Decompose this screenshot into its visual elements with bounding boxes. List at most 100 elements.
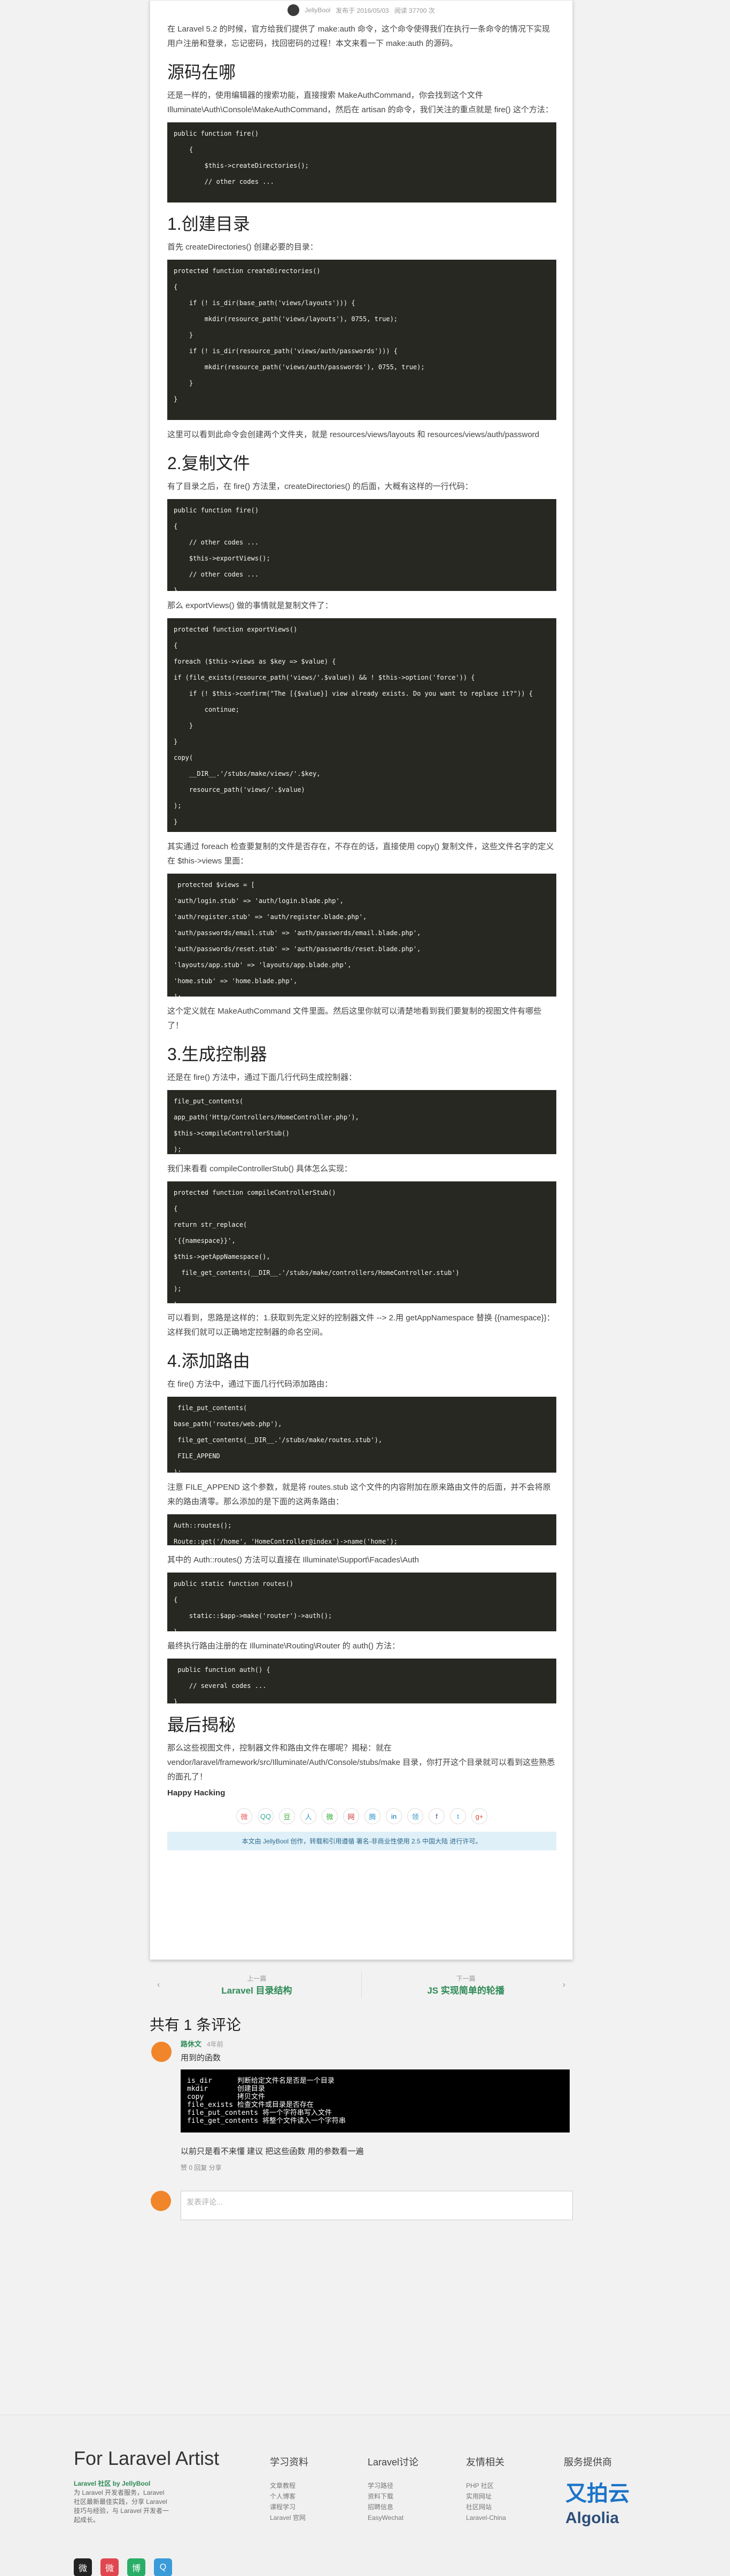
share-netease-icon[interactable]: 网	[343, 1808, 359, 1824]
footer-col-title: 友情相关	[466, 2457, 504, 2468]
share-facebook-icon[interactable]: f	[429, 1808, 445, 1824]
section-title: 1.创建目录	[167, 214, 250, 234]
footer-link[interactable]: 个人博客	[270, 2491, 308, 2502]
site-footer: For Laravel Artist Laravel 社区 by JellyBo…	[0, 2415, 730, 2576]
comment-input[interactable]: 发表评论...	[181, 2191, 573, 2220]
share-linkedin-icon[interactable]: in	[386, 1808, 402, 1824]
footer-col-learning: 学习资料 文章教程 个人博客 课程学习 Laravel 官网	[270, 2455, 308, 2523]
comment-item: 路休文 4年前 用到的函数 is_dir 判断给定文件名是否是一个目录 mkdir…	[151, 2038, 574, 2172]
section-paragraph: 那么 exportViews() 做的事情就是复制文件了：	[167, 601, 333, 610]
commenter-avatar[interactable]	[151, 2042, 172, 2062]
footer-desc-author[interactable]: Laravel 社区 by JellyBool	[74, 2480, 150, 2487]
footer-desc-text: 为 Laravel 开发者服务，Laravel 社区最新最佳实践，分享 Lara…	[74, 2489, 169, 2524]
code-block: protected function compileControllerStub…	[167, 1181, 556, 1303]
code-block: Auth::routes(); Route::get('/home', 'Hom…	[167, 1514, 556, 1545]
footer-desc: Laravel 社区 by JellyBool 为 Laravel 开发者服务，L…	[74, 2479, 170, 2525]
footer-link[interactable]: 文章教程	[270, 2480, 308, 2491]
footer-link[interactable]: Laravel-China	[466, 2512, 506, 2523]
footer-col-title: Laravel讨论	[368, 2457, 419, 2468]
prev-label: 上一篇	[247, 1975, 267, 1982]
code-block: file_put_contents( base_path('routes/web…	[167, 1397, 556, 1473]
share-qq-icon[interactable]: QQ	[258, 1808, 274, 1824]
code-block: public static function routes() { static…	[167, 1573, 556, 1631]
comment-code: is_dir 判断给定文件名是否是一个目录 mkdir 创建目录 copy 拷贝…	[181, 2069, 570, 2133]
article-card: JellyBool 发布于 2016/05/03 阅读 37700 次 在 La…	[150, 0, 573, 1960]
share-lingying-icon[interactable]: 领	[407, 1808, 423, 1824]
section-paragraph: 其中的 Auth::routes() 方法可以直接在 Illuminate\Su…	[167, 1555, 419, 1565]
comment-text: 以前只是看不来懂 建议 把这些函数 用的参数看一遍	[181, 2147, 364, 2156]
share-googleplus-icon[interactable]: g+	[471, 1808, 487, 1824]
post-pager: ‹ 上一篇 Laravel 目录结构 下一篇 JS 实现简单的轮播 ›	[150, 1966, 573, 2004]
section-paragraph: 最终执行路由注册的在 Illuminate\Routing\Router 的 a…	[167, 1641, 400, 1651]
section-title: 最后揭秘	[167, 1715, 236, 1734]
code-block: protected function createDirectories() {…	[167, 260, 556, 420]
footer-link[interactable]: EasyWechat	[368, 2512, 418, 2523]
share-weibo-icon[interactable]: 微	[322, 1808, 338, 1824]
social-links: 微 微 博 Q	[74, 2558, 172, 2576]
article-meta: JellyBool 发布于 2016/05/03 阅读 37700 次	[150, 1, 572, 20]
code-block: public function fire() { // other codes …	[167, 499, 556, 591]
footer-col-title: 服务提供商	[564, 2457, 612, 2468]
comment-editor: 发表评论...	[150, 2180, 573, 2220]
section-title: 2.复制文件	[167, 454, 250, 473]
happy-hacking: Happy Hacking	[167, 1788, 226, 1797]
chevron-right-icon: ›	[562, 1980, 565, 1989]
upyun-logo[interactable]: 又拍云	[565, 2476, 630, 2507]
comment-time: 4年前	[207, 2041, 223, 2048]
footer-col-friends: 友情相关 PHP 社区 实用网址 社区网站 Laravel-China	[466, 2455, 506, 2523]
github-icon[interactable]: 微	[74, 2558, 92, 2576]
code-block: protected $views = [ 'auth/login.stub' =…	[167, 874, 556, 997]
footer-col-title: 学习资料	[270, 2457, 308, 2468]
view-count: 阅读 37700 次	[394, 6, 435, 14]
author-avatar[interactable]	[288, 4, 300, 16]
share-tencent-icon[interactable]: 腾	[364, 1808, 380, 1824]
qq-icon[interactable]: Q	[154, 2558, 172, 2576]
section-paragraph: 这里可以看到此命令会创建两个文件夹，就是 resources/views/lay…	[167, 430, 539, 439]
footer-link[interactable]: 学习路径	[368, 2480, 418, 2491]
next-label: 下一篇	[456, 1975, 476, 1982]
section-paragraph: 有了目录之后，在 fire() 方法里，createDirectories() …	[167, 482, 473, 491]
share-bar: 微 QQ 豆 人 微 网 腾 in 领 f t g+	[167, 1808, 556, 1824]
section-paragraph: 其实通过 foreach 检查要复制的文件是否存在，不存在的话，直接使用 cop…	[167, 842, 554, 866]
code-block: file_put_contents( app_path('Http/Contro…	[167, 1090, 556, 1154]
footer-link[interactable]: 课程学习	[270, 2502, 308, 2512]
wechat-icon[interactable]: 博	[127, 2558, 145, 2576]
footer-link[interactable]: 社区网站	[466, 2502, 506, 2512]
weibo-icon[interactable]: 微	[100, 2558, 119, 2576]
comment-actions[interactable]: 赞 0 回复 分享	[181, 2163, 574, 2172]
footer-col-providers: 服务提供商	[564, 2455, 612, 2469]
share-douban-icon[interactable]: 豆	[279, 1808, 295, 1824]
footer-link[interactable]: PHP 社区	[466, 2480, 506, 2491]
footer-link[interactable]: 实用网址	[466, 2491, 506, 2502]
section-paragraph: 那么这些视图文件，控制器文件和路由文件在哪呢？揭秘：就在 vendor/lara…	[167, 1744, 555, 1781]
share-renren-icon[interactable]: 人	[300, 1808, 316, 1824]
article-body: 在 Laravel 5.2 的时候，官方给我们提供了 make:auth 命令，…	[150, 22, 572, 1850]
section-paragraph: 首先 createDirectories() 创建必要的目录：	[167, 243, 318, 252]
section-title: 3.生成控制器	[167, 1045, 267, 1064]
next-post-link[interactable]: 下一篇 JS 实现简单的轮播 ›	[362, 1966, 573, 2004]
section-title: 4.添加路由	[167, 1351, 250, 1371]
prev-title[interactable]: Laravel 目录结构	[160, 1983, 353, 1996]
comments-title: 共有 1 条评论	[150, 2017, 242, 2033]
share-wechat-icon[interactable]: 微	[236, 1808, 252, 1824]
share-twitter-icon[interactable]: t	[450, 1808, 466, 1824]
provider-logos: 又拍云 Algolia	[565, 2476, 630, 2527]
author-name[interactable]: JellyBool	[305, 6, 330, 14]
section-paragraph: 可以看到，思路是这样的：1.获取到先定义好的控制器文件 --> 2.用 getA…	[167, 1313, 555, 1337]
algolia-logo[interactable]: Algolia	[565, 2509, 630, 2527]
footer-title: For Laravel Artist	[74, 2447, 220, 2469]
commenter-name[interactable]: 路休文	[181, 2040, 201, 2048]
section-paragraph: 还是一样的，使用编辑器的搜索功能，直接搜索 MakeAuthCommand，你会…	[167, 91, 553, 114]
code-block: public function fire() { $this->createDi…	[167, 122, 556, 203]
code-block: protected function exportViews() { forea…	[167, 618, 556, 832]
footer-link[interactable]: 资料下载	[368, 2491, 418, 2502]
footer-link[interactable]: 招聘信息	[368, 2502, 418, 2512]
footer-col-discussion: Laravel讨论 学习路径 资料下载 招聘信息 EasyWechat	[368, 2455, 418, 2523]
next-title[interactable]: JS 实现简单的轮播	[369, 1983, 563, 1996]
comment-text: 用到的函数	[181, 2053, 221, 2063]
footer-link[interactable]: Laravel 官网	[270, 2512, 308, 2523]
section-paragraph: 我们来看看 compileControllerStub() 具体怎么实现：	[167, 1164, 352, 1173]
prev-post-link[interactable]: ‹ 上一篇 Laravel 目录结构	[150, 1966, 361, 2004]
section-paragraph: 还是在 fire() 方法中，通过下面几行代码生成控制器：	[167, 1073, 357, 1082]
section-title: 源码在哪	[167, 63, 236, 82]
